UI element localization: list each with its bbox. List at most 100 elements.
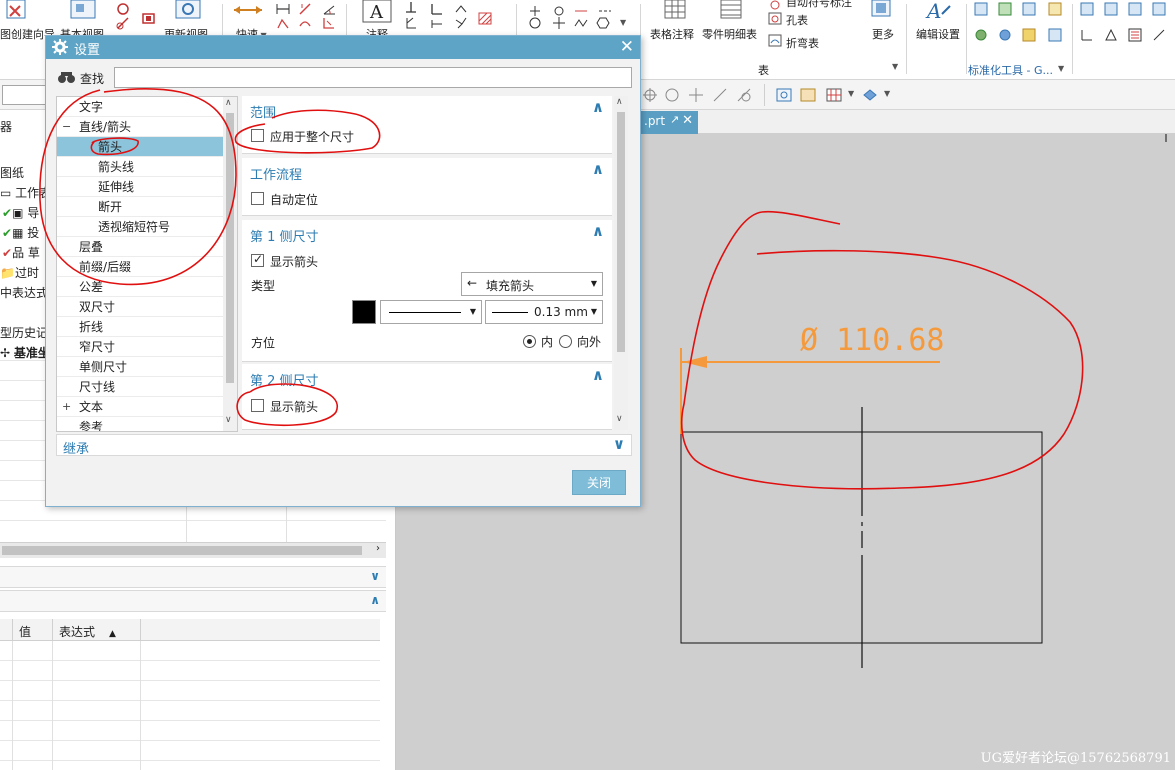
sketch-node[interactable]: ✔品 草 bbox=[2, 244, 40, 261]
tree-item[interactable]: 箭头线 bbox=[57, 157, 223, 177]
grid-settings-dropdown[interactable]: ▼ bbox=[848, 89, 854, 98]
edit-settings-icon[interactable]: A bbox=[924, 0, 954, 24]
radial-dimension-icon[interactable] bbox=[298, 2, 312, 16]
gc-tool-9-icon[interactable] bbox=[1080, 2, 1094, 16]
ordinate-dimension-icon[interactable] bbox=[322, 16, 336, 30]
line-style-select[interactable]: ▼ bbox=[380, 300, 482, 324]
centerline-more-dropdown[interactable]: ▼ bbox=[620, 18, 626, 27]
close-button[interactable]: 关闭 bbox=[572, 470, 626, 495]
parts-list-label[interactable]: 零件明细表 bbox=[702, 26, 757, 42]
gc-tool-13-icon[interactable] bbox=[1080, 28, 1094, 42]
scroll-down-icon[interactable]: ∨ bbox=[616, 414, 623, 424]
inherit-section[interactable]: 继承 ∨ bbox=[56, 434, 632, 457]
tangent-snap-icon[interactable] bbox=[736, 87, 752, 103]
tree-scrollbar[interactable]: ∧ ∨ bbox=[223, 97, 237, 431]
detail-scrollbar[interactable]: ∧ ∨ bbox=[614, 96, 628, 430]
edit-settings-label[interactable]: 编辑设置 bbox=[916, 26, 960, 42]
apply-whole-dimension-label[interactable]: 应用于整个尺寸 bbox=[270, 128, 354, 145]
dependencies-panel-header[interactable]: ∨ bbox=[0, 566, 386, 588]
tree-item[interactable]: 箭头 bbox=[57, 137, 223, 157]
weld-symbol-icon[interactable] bbox=[430, 16, 444, 30]
update-view-icon[interactable] bbox=[172, 0, 204, 22]
gc-tool-10-icon[interactable] bbox=[1104, 2, 1118, 16]
tree-item[interactable]: 尺寸线 bbox=[57, 377, 223, 397]
selection-filter-combo[interactable] bbox=[2, 85, 48, 105]
tree-item[interactable]: 文字 bbox=[57, 97, 223, 117]
chevron-up-icon[interactable]: ∧ bbox=[592, 98, 604, 116]
gc-tool-15-icon[interactable] bbox=[1152, 28, 1166, 42]
datum-target-icon[interactable] bbox=[454, 2, 468, 16]
arrow-type-select[interactable]: ← 填充箭头 ▼ bbox=[461, 272, 603, 296]
arrow-color-swatch[interactable] bbox=[352, 300, 376, 324]
chevron-down-icon[interactable]: ∨ bbox=[613, 435, 625, 453]
angular-dimension-icon[interactable] bbox=[322, 2, 336, 16]
gc-tool-12-icon[interactable] bbox=[1152, 2, 1166, 16]
navigator-hscrollbar[interactable]: › bbox=[0, 542, 386, 558]
close-icon[interactable]: ✕ bbox=[620, 37, 634, 57]
tabular-note-icon[interactable] bbox=[664, 0, 686, 22]
triangle-icon[interactable] bbox=[1104, 28, 1118, 42]
side2-section-title[interactable]: 第 2 侧尺寸 bbox=[250, 370, 319, 389]
tree-item[interactable]: 参考 bbox=[57, 417, 223, 431]
orientation-outer-label[interactable]: 向外 bbox=[577, 333, 601, 350]
workflow-section-title[interactable]: 工作流程 bbox=[250, 164, 302, 183]
more-label[interactable]: 更多 bbox=[872, 26, 894, 42]
tree-item[interactable]: 折线 bbox=[57, 317, 223, 337]
detail-view-icon[interactable] bbox=[116, 16, 130, 30]
expand-icon[interactable]: + bbox=[62, 397, 71, 417]
chamfer-dimension-icon[interactable] bbox=[276, 16, 290, 30]
tab-close-icon[interactable]: ✕ bbox=[682, 113, 693, 128]
scroll-up-icon[interactable]: ∧ bbox=[616, 97, 623, 107]
point-snap-icon[interactable] bbox=[642, 87, 658, 103]
side1-section-title[interactable]: 第 1 侧尺寸 bbox=[250, 226, 319, 245]
view-orient-dropdown[interactable]: ▼ bbox=[884, 89, 890, 98]
circle-centermark-icon[interactable] bbox=[528, 16, 542, 30]
value-column-header[interactable]: 值 bbox=[19, 623, 31, 640]
datum-csys-node[interactable]: ✢ 基准坐 bbox=[0, 344, 50, 361]
tree-item[interactable]: 透视缩短符号 bbox=[57, 217, 223, 237]
base-view-icon[interactable] bbox=[68, 0, 98, 22]
document-tab[interactable]: .prt ↗ ✕ bbox=[640, 111, 698, 134]
line-width-select[interactable]: 0.13 mm ▼ bbox=[485, 300, 603, 324]
gc-tool-3-icon[interactable] bbox=[1022, 2, 1036, 16]
tree-item[interactable]: + 文本 bbox=[57, 397, 223, 417]
expressions-node[interactable]: 中表达式 bbox=[0, 284, 48, 301]
bend-table-icon[interactable] bbox=[768, 34, 782, 48]
tree-item[interactable]: − 直线/箭头 bbox=[57, 117, 223, 137]
more-dropdown[interactable]: ▼ bbox=[892, 62, 898, 71]
scroll-down-icon[interactable]: ∨ bbox=[225, 415, 232, 425]
view-node-1[interactable]: ✔▣ 导 bbox=[2, 204, 39, 221]
side2-show-arrow-label[interactable]: 显示箭头 bbox=[270, 398, 318, 415]
target-point-icon[interactable] bbox=[454, 16, 468, 30]
auto-position-label[interactable]: 自动定位 bbox=[270, 191, 318, 208]
side1-show-arrow-checkbox[interactable] bbox=[251, 252, 264, 267]
orientation-outer-radio[interactable] bbox=[559, 335, 572, 348]
expression-column-header[interactable]: 表达式 ▲ bbox=[59, 623, 116, 640]
gc-tool-1-icon[interactable] bbox=[974, 2, 988, 16]
scope-section-title[interactable]: 范围 bbox=[250, 102, 276, 121]
auto-position-checkbox[interactable] bbox=[251, 192, 264, 205]
note-icon[interactable]: A bbox=[362, 0, 392, 24]
feature-control-frame-icon[interactable] bbox=[404, 2, 418, 16]
grid-settings-icon[interactable] bbox=[826, 87, 842, 103]
side1-show-arrow-label[interactable]: 显示箭头 bbox=[270, 253, 318, 270]
rapid-dimension-icon[interactable] bbox=[232, 0, 264, 22]
details-panel-header[interactable]: ∧ bbox=[0, 590, 386, 612]
scroll-up-icon[interactable]: ∧ bbox=[225, 98, 232, 108]
orientation-inner-label[interactable]: 内 bbox=[541, 333, 553, 350]
tree-item[interactable]: 断开 bbox=[57, 197, 223, 217]
drawing-node[interactable]: 图纸 bbox=[0, 164, 24, 181]
tabular-note-label[interactable]: 表格注释 bbox=[650, 26, 694, 42]
hole-table-label[interactable]: 孔表 bbox=[786, 12, 808, 28]
tree-item[interactable]: 前缀/后缀 bbox=[57, 257, 223, 277]
section-view-icon[interactable] bbox=[116, 2, 130, 16]
dialog-titlebar[interactable]: 设置 ✕ bbox=[46, 36, 640, 59]
collapse-icon[interactable]: − bbox=[62, 117, 71, 137]
gc-tool-6-icon[interactable] bbox=[998, 28, 1012, 42]
line-snap-icon[interactable] bbox=[712, 87, 728, 103]
thickness-dimension-icon[interactable] bbox=[298, 16, 312, 30]
outdated-node[interactable]: 📁过时 bbox=[0, 264, 39, 281]
bend-table-label[interactable]: 折弯表 bbox=[786, 35, 819, 51]
tree-item[interactable]: 层叠 bbox=[57, 237, 223, 257]
render-style-icon[interactable] bbox=[800, 87, 816, 103]
